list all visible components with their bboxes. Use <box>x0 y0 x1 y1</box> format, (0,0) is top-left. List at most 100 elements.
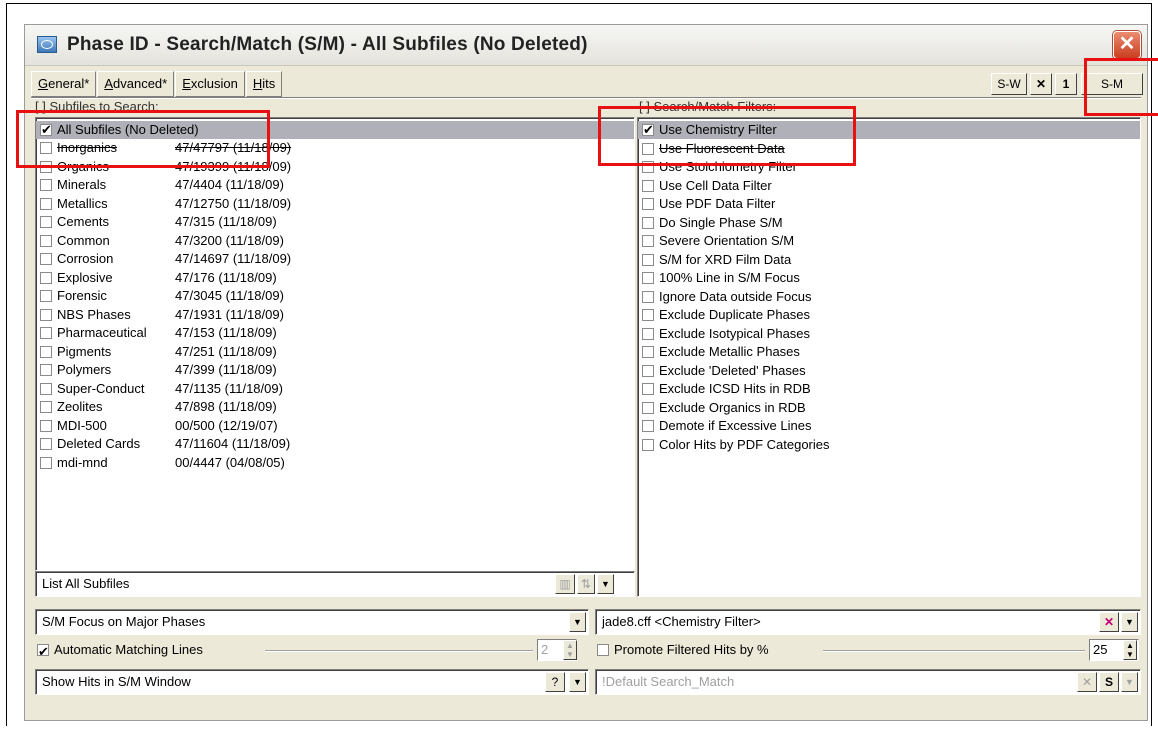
filter-label: Ignore Data outside Focus <box>659 288 812 304</box>
filter-checkbox[interactable] <box>642 179 654 192</box>
filter-row[interactable]: Do Single Phase S/M <box>642 214 783 232</box>
filter-row[interactable]: Use Cell Data Filter <box>642 177 772 195</box>
subfile-row[interactable]: Explosive 47/176 (11/18/09) <box>40 269 277 287</box>
filter-checkbox[interactable] <box>642 309 654 321</box>
filter-file-select[interactable]: jade8.cff <Chemistry Filter> <box>595 609 1141 635</box>
subfile-checkbox[interactable] <box>40 216 52 228</box>
filter-checkbox[interactable] <box>642 198 654 210</box>
filter-checkbox[interactable] <box>642 235 654 247</box>
chevron-down-icon: ▼ <box>1125 617 1134 627</box>
default-sm-dropdown[interactable]: ▼ <box>1121 672 1138 692</box>
filter-row[interactable]: Exclude Organics in RDB <box>642 399 806 417</box>
filter-checkbox[interactable] <box>642 383 654 395</box>
list-mode-dropdown[interactable]: ▼ <box>597 574 614 594</box>
subfile-checkbox[interactable] <box>40 382 52 395</box>
filter-checkbox[interactable] <box>642 401 654 414</box>
show-hits-select[interactable]: Show Hits in S/M Window <box>35 669 589 695</box>
sort-button[interactable]: ⇅ <box>577 574 595 594</box>
auto-lines-option[interactable]: Automatic Matching Lines <box>37 639 203 663</box>
filter-row[interactable]: Exclude 'Deleted' Phases <box>642 362 806 380</box>
filter-checkbox[interactable] <box>642 346 654 358</box>
subfile-checkbox[interactable] <box>40 438 52 450</box>
filter-file-dropdown[interactable]: ▼ <box>1121 612 1138 632</box>
subfile-row[interactable]: Common 47/3200 (11/18/09) <box>40 232 284 250</box>
subfile-row[interactable]: Metallics 47/12750 (11/18/09) <box>40 195 291 213</box>
filter-row[interactable]: 100% Line in S/M Focus <box>642 269 800 287</box>
filter-row[interactable]: Severe Orientation S/M <box>642 232 794 250</box>
single-button[interactable]: 1 <box>1055 73 1077 95</box>
subfile-checkbox[interactable] <box>40 364 52 376</box>
auto-lines-spin-buttons[interactable]: ▲ ▼ <box>563 640 577 660</box>
filter-row[interactable]: Exclude Metallic Phases <box>642 343 800 361</box>
show-hits-dropdown[interactable]: ▼ <box>569 672 586 692</box>
help-button[interactable]: ? <box>545 672 565 692</box>
save-settings-button[interactable]: S <box>1099 672 1119 692</box>
subfile-checkbox[interactable] <box>40 456 52 469</box>
filter-checkbox[interactable] <box>642 253 654 266</box>
annotation-box-sm <box>1084 58 1158 116</box>
default-sm-select[interactable]: !Default Search_Match <box>595 669 1141 695</box>
filter-row[interactable]: Demote if Excessive Lines <box>642 417 811 435</box>
subfile-checkbox[interactable] <box>40 234 52 247</box>
sm-focus-dropdown[interactable]: ▼ <box>569 612 586 632</box>
subfile-row[interactable]: Super-Conduct 47/1135 (11/18/09) <box>40 380 283 398</box>
subfile-checkbox[interactable] <box>40 179 52 191</box>
title-bar[interactable]: Phase ID - Search/Match (S/M) - All Subf… <box>25 25 1147 66</box>
tab-advanced[interactable]: Advanced* <box>97 71 175 97</box>
subfile-row[interactable]: Deleted Cards 47/11604 (11/18/09) <box>40 435 290 453</box>
subfile-checkbox[interactable] <box>40 419 52 432</box>
filter-checkbox[interactable] <box>642 327 654 340</box>
subfile-row[interactable]: mdi-mnd 00/4447 (04/08/05) <box>40 454 285 472</box>
subfile-row[interactable]: Cements 47/315 (11/18/09) <box>40 213 277 231</box>
list-mode-field[interactable]: List All Subfiles <box>35 571 635 597</box>
filter-row[interactable]: Use PDF Data Filter <box>642 195 775 213</box>
subfile-row[interactable]: Pigments 47/251 (11/18/09) <box>40 343 277 361</box>
tab-exclusion[interactable]: Exclusion <box>175 71 245 97</box>
filter-checkbox[interactable] <box>642 364 654 377</box>
filter-label: Exclude Organics in RDB <box>659 399 806 415</box>
filter-row[interactable]: Exclude Isotypical Phases <box>642 325 810 343</box>
default-clear-button[interactable]: ✕ <box>1077 672 1097 692</box>
filter-checkbox[interactable] <box>642 216 654 229</box>
filter-row[interactable]: S/M for XRD Film Data <box>642 251 791 269</box>
clear-filter-button[interactable]: ✕ <box>1099 612 1119 632</box>
subfile-row[interactable]: Polymers 47/399 (11/18/09) <box>40 361 277 379</box>
promote-spin-buttons[interactable]: ▲ ▼ <box>1123 640 1137 660</box>
promote-value: 25 <box>1093 642 1108 657</box>
checkbox-promote[interactable] <box>597 644 609 656</box>
filter-row[interactable]: Exclude Duplicate Phases <box>642 306 810 324</box>
promote-option[interactable]: Promote Filtered Hits by % <box>597 639 769 661</box>
subfile-row[interactable]: Corrosion 47/14697 (11/18/09) <box>40 250 291 268</box>
subfile-checkbox[interactable] <box>40 197 52 210</box>
subfile-row[interactable]: MDI-500 00/500 (12/19/07) <box>40 417 278 435</box>
filter-checkbox[interactable] <box>642 438 654 451</box>
subfile-checkbox[interactable] <box>40 290 52 302</box>
subfile-name: Explosive <box>57 269 113 285</box>
tab-hits[interactable]: Hits <box>245 71 283 97</box>
close-search-button[interactable]: ✕ <box>1030 73 1052 95</box>
subfile-row[interactable]: NBS Phases 47/1931 (11/18/09) <box>40 306 284 324</box>
app-icon <box>37 36 57 53</box>
close-button[interactable]: ✕ <box>1113 31 1141 59</box>
sm-focus-select[interactable]: S/M Focus on Major Phases <box>35 609 589 635</box>
filter-row[interactable]: Exclude ICSD Hits in RDB <box>642 380 811 398</box>
checkbox-auto-lines[interactable] <box>37 641 49 663</box>
filter-row[interactable]: Ignore Data outside Focus <box>642 288 811 306</box>
subfile-checkbox[interactable] <box>40 345 52 358</box>
filter-checkbox[interactable] <box>642 272 654 284</box>
subfile-checkbox[interactable] <box>40 401 52 413</box>
filter-checkbox[interactable] <box>642 420 654 432</box>
subfile-checkbox[interactable] <box>40 253 52 265</box>
filter-row[interactable]: Color Hits by PDF Categories <box>642 436 830 454</box>
subfile-checkbox[interactable] <box>40 327 52 339</box>
grid-view-button[interactable]: ▥ <box>555 574 575 594</box>
subfile-checkbox[interactable] <box>40 308 52 321</box>
sw-button[interactable]: S-W <box>991 73 1027 95</box>
subfile-row[interactable]: Zeolites 47/898 (11/18/09) <box>40 398 277 416</box>
tab-general[interactable]: General* <box>31 71 97 97</box>
subfile-row[interactable]: Minerals 47/4404 (11/18/09) <box>40 176 284 194</box>
subfile-checkbox[interactable] <box>40 271 52 284</box>
filter-checkbox[interactable] <box>642 290 654 303</box>
subfile-row[interactable]: Pharmaceutical 47/153 (11/18/09) <box>40 324 277 342</box>
subfile-row[interactable]: Forensic 47/3045 (11/18/09) <box>40 287 284 305</box>
